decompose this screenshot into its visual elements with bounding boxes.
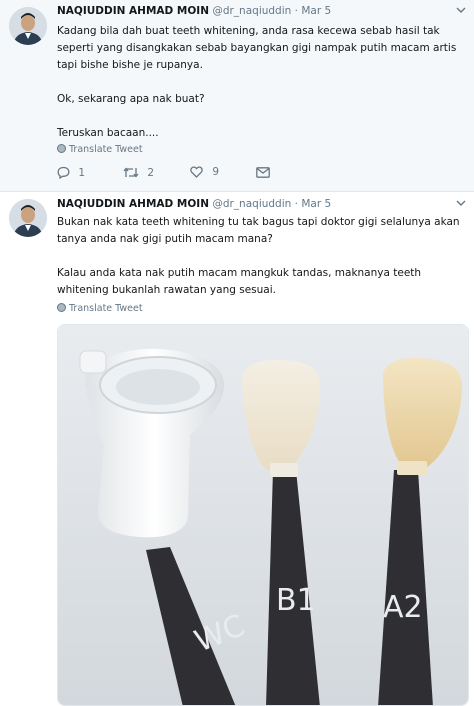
shade-label-b1: B1: [276, 583, 316, 618]
reply-icon: [57, 166, 70, 180]
chevron-down-icon[interactable]: [456, 197, 466, 210]
translate-tweet-link[interactable]: Translate Tweet: [57, 303, 143, 314]
chevron-down-icon[interactable]: [456, 4, 466, 17]
reply-button[interactable]: 1: [57, 166, 86, 180]
separator-dot: ·: [294, 198, 298, 210]
translate-tweet-link[interactable]: Translate Tweet: [57, 144, 143, 155]
translate-label: Translate Tweet: [69, 144, 143, 155]
dm-button[interactable]: [256, 166, 270, 178]
like-button[interactable]: 9: [190, 166, 219, 178]
separator-dot: ·: [294, 5, 298, 17]
shade-guide-photo: WC B1 A2: [58, 325, 468, 705]
author-name[interactable]: NAQIUDDIN AHMAD MOIN: [57, 198, 209, 210]
like-count: 9: [212, 166, 220, 178]
shade-label-a2: A2: [383, 590, 423, 625]
tweet-header: NAQIUDDIN AHMAD MOIN @dr_naqiuddin · Mar…: [57, 198, 331, 210]
tweet-paragraph: Kalau anda kata nak putih macam mangkuk …: [57, 267, 422, 296]
retweet-count: 2: [147, 167, 155, 179]
tweet-body: Bukan nak kata teeth whitening tu tak ba…: [57, 214, 462, 299]
tweet-paragraph: Ok, sekarang apa nak buat?: [57, 93, 205, 105]
author-handle[interactable]: @dr_naqiuddin: [212, 5, 291, 17]
translate-label: Translate Tweet: [69, 303, 143, 314]
reply-count: 1: [78, 167, 86, 179]
tweet-header: NAQIUDDIN AHMAD MOIN @dr_naqiuddin · Mar…: [57, 5, 331, 17]
globe-icon: [57, 303, 66, 312]
author-handle[interactable]: @dr_naqiuddin: [212, 198, 291, 210]
retweet-button[interactable]: 2: [123, 166, 154, 179]
avatar[interactable]: [9, 7, 47, 45]
globe-icon: [57, 144, 66, 153]
envelope-icon: [256, 167, 270, 178]
tweet-media-image[interactable]: WC B1 A2: [57, 324, 469, 706]
avatar-photo: [9, 199, 47, 237]
avatar-photo: [9, 7, 47, 45]
tweet-paragraph: Kadang bila dah buat teeth whitening, an…: [57, 25, 457, 71]
tweet-date[interactable]: Mar 5: [301, 5, 331, 17]
tweet-paragraph: Teruskan bacaan....: [57, 127, 159, 139]
author-name[interactable]: NAQIUDDIN AHMAD MOIN: [57, 5, 209, 17]
heart-icon: [190, 166, 203, 178]
tweet[interactable]: NAQIUDDIN AHMAD MOIN @dr_naqiuddin · Mar…: [0, 0, 474, 192]
tweet-body: Kadang bila dah buat teeth whitening, an…: [57, 23, 462, 142]
avatar[interactable]: [9, 199, 47, 237]
retweet-icon: [123, 167, 139, 178]
tweet[interactable]: NAQIUDDIN AHMAD MOIN @dr_naqiuddin · Mar…: [0, 193, 474, 706]
tweet-date[interactable]: Mar 5: [301, 198, 331, 210]
tweet-paragraph: Bukan nak kata teeth whitening tu tak ba…: [57, 216, 460, 245]
